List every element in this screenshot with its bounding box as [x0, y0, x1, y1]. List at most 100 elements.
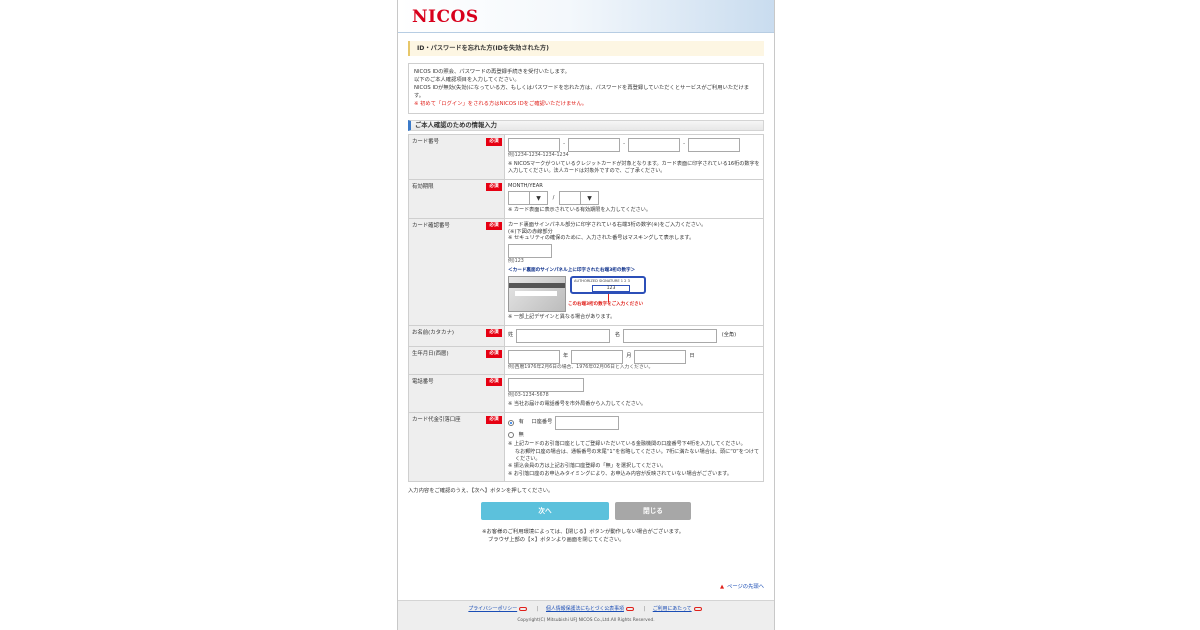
sei-label: 姓 — [508, 332, 514, 339]
mei-label: 名 — [614, 332, 621, 339]
security-code-masking-note: ※ セキュリティの確保のために、入力された番号はマスキングして表示します。 — [508, 235, 695, 242]
button-note-line: ※お客様のご利用環境によっては、【閉じる】ボタンが動作しない場合がございます。 — [482, 528, 685, 535]
last-name-input[interactable] — [516, 328, 611, 343]
expiry-year-select[interactable]: ▼ — [559, 191, 600, 206]
card-number-label: カード番号 — [412, 138, 439, 145]
birthdate-content: 年 月 日 例)西暦1976年2月6日の場合、1976年02月06日と入力ください。 — [505, 347, 763, 374]
required-badge: 必須 — [486, 415, 502, 424]
security-code-label: カード確認番号 — [412, 222, 450, 229]
account-yes-label: 有 — [518, 419, 524, 426]
birthdate-label-cell: 生年月日(西暦) 必須 — [409, 346, 505, 374]
birthdate-label: 生年月日(西暦) — [412, 350, 449, 357]
footer: プライバシーポリシー | 個人情報保護法にもとづく公表事項 | ご利用にあたって… — [398, 600, 774, 630]
card-number-example: 例)1234-1234-1234-1234 — [508, 152, 569, 158]
row-card-number: カード番号 必須 - - - 例)1234-1234-1234-1234 ※ NIC… — [409, 134, 763, 180]
row-name: お名前(カタカナ) 必須 姓 名 (全角) — [409, 325, 763, 347]
day-suffix: 日 — [689, 353, 695, 360]
figure-caption-bottom: この右端3桁の数字をご入力ください — [568, 302, 644, 308]
security-code-example: 例)123 — [508, 259, 524, 265]
button-note-line: ブラウザ上部の【×】ボタンより画面を閉じてください。 — [488, 537, 625, 544]
required-badge: 必須 — [486, 137, 502, 146]
card-number-separator: - — [563, 141, 565, 148]
required-badge: 必須 — [486, 349, 502, 358]
bank-account-label-cell: カード代金引落口座 必須 — [409, 412, 505, 481]
footer-divider: | — [536, 606, 539, 612]
phone-label: 電話番号 — [412, 378, 434, 385]
birthdate-example: 例)西暦1976年2月6日の場合、1976年02月06日と入力ください。 — [508, 364, 654, 370]
bank-account-note: ※ お引落口座のお申込みタイミングにより、お申込み内容が反映されていない場合がご… — [508, 470, 732, 477]
row-birthdate: 生年月日(西暦) 必須 年 月 日 例)西暦1976年2月6日の場合、1976年02… — [409, 346, 763, 375]
security-code-content: カード裏面サインパネル部分に印字されている右端3桁の数字(※)をご入力ください。… — [505, 219, 763, 325]
name-label-cell: お名前(カタカナ) 必須 — [409, 325, 505, 346]
bank-account-label: カード代金引落口座 — [412, 416, 461, 423]
card-number-input-1[interactable] — [508, 137, 560, 152]
name-content: 姓 名 (全角) — [505, 326, 763, 346]
copyright: Copyright(C) Mitsubishi UFJ NICOS Co.,Lt… — [517, 618, 655, 624]
card-number-input-3[interactable] — [628, 137, 680, 152]
personal-info-disclosure-link[interactable]: 個人情報保護法にもとづく公表事項 — [546, 606, 624, 612]
page: NICOS ID・パスワードを忘れた方(IDを失効された方) NICOS IDの… — [397, 0, 775, 630]
page-top-link[interactable]: ▲ ページの先頭へ — [720, 584, 764, 591]
page-title: ID・パスワードを忘れた方(IDを失効された方) — [408, 41, 764, 56]
page-top-label: ページの先頭へ — [727, 584, 764, 590]
row-expiry: 有効期限 必須 MONTH/YEAR ▼ / ▼ ※ カード表面に表示されている… — [409, 179, 763, 219]
privacy-policy-link[interactable]: プライバシーポリシー — [468, 606, 517, 612]
row-security-code: カード確認番号 必須 カード裏面サインパネル部分に印字されている右端3桁の数字(… — [409, 218, 763, 326]
button-note: ※お客様のご利用環境によっては、【閉じる】ボタンが動作しない場合がございます。 … — [482, 528, 774, 545]
required-badge: 必須 — [486, 377, 502, 386]
figure-caption-top: ＜カード裏面のサインパネル上に印字された右端3桁の数字＞ — [508, 268, 636, 274]
bank-account-note: ※ 振込会員の方は上記お引落口座登録の「無」を選択してください。 — [508, 463, 667, 470]
phone-label-cell: 電話番号 必須 — [409, 374, 505, 412]
phone-content: 例)03-1234-5678 ※ 当社お届けの電話番号を市外局番から入力してくだ… — [505, 375, 763, 412]
birth-day-input[interactable] — [634, 349, 687, 364]
phone-example: 例)03-1234-5678 — [508, 392, 549, 398]
security-code-label-cell: カード確認番号 必須 — [409, 218, 505, 325]
expiry-format: MONTH/YEAR — [508, 182, 543, 189]
footer-divider: | — [643, 606, 646, 612]
figure-code-box: 123 — [592, 285, 630, 293]
bank-account-note: なお郵貯口座の場合は、通帳番号の末尾“1”を省略してください。7桁に満たない場合… — [515, 448, 760, 462]
zenkaku-note: (全角) — [721, 332, 737, 339]
notice-line: NICOS IDの照会、パスワードの再登録手続きを受付いたします。 — [414, 69, 570, 75]
phone-input[interactable] — [508, 377, 584, 392]
account-yes-radio[interactable] — [508, 419, 514, 426]
card-number-separator: - — [623, 141, 625, 148]
birth-year-input[interactable] — [508, 349, 560, 364]
row-bank-account: カード代金引落口座 必須 有 口座番号 無 ※ 上記カードのお引落口座としてご登… — [409, 412, 763, 482]
figure-panel-text: AUTHORIZED SIGNATURE 1 2 3 — [574, 279, 630, 284]
expiry-month-select[interactable]: ▼ — [508, 191, 548, 206]
footer-links: プライバシーポリシー | 個人情報保護法にもとづく公表事項 | ご利用にあたって — [398, 606, 774, 612]
card-back-illustration: ＜カード裏面のサインパネル上に印字された右端3桁の数字＞ AUTHORIZED … — [508, 268, 653, 313]
card-number-input-2[interactable] — [568, 137, 620, 152]
button-row: 次へ 閉じる — [398, 501, 774, 520]
nicos-logo: NICOS — [412, 7, 479, 27]
expiry-label-cell: 有効期限 必須 — [409, 179, 505, 218]
birth-month-input[interactable] — [571, 349, 624, 364]
confirm-instruction: 入力内容をご確認のうえ、【次へ】ボタンを押してください。 — [408, 488, 554, 494]
expiry-note: ※ カード表面に表示されている有効期限を入力してください。 — [508, 207, 651, 214]
card-number-note: ※ NICOSマークがついているクレジットカードが対象となります。カード表面に印… — [508, 160, 760, 175]
required-badge: 必須 — [486, 182, 502, 191]
account-no-label: 無 — [518, 431, 524, 438]
account-number-input[interactable] — [555, 415, 620, 430]
notice-line: 以下のご本人確認項目を入力してください。 — [414, 76, 520, 83]
external-window-icon — [625, 606, 634, 611]
security-code-input[interactable] — [508, 244, 552, 259]
card-number-separator: - — [683, 141, 685, 148]
card-number-label-cell: カード番号 必須 — [409, 134, 505, 179]
form-table: カード番号 必須 - - - 例)1234-1234-1234-1234 ※ NIC… — [408, 133, 764, 482]
first-name-input[interactable] — [623, 328, 718, 343]
account-no-radio[interactable] — [508, 431, 514, 438]
section-heading: ご本人確認のための情報入力 — [408, 119, 764, 131]
next-button[interactable]: 次へ — [481, 501, 609, 520]
year-suffix: 年 — [563, 353, 569, 360]
month-suffix: 月 — [626, 353, 632, 360]
card-number-input-4[interactable] — [688, 137, 740, 152]
terms-of-use-link[interactable]: ご利用にあたって — [653, 606, 692, 612]
bank-account-note: ※ 上記カードのお引落口座としてご登録いただいている金融機関の口座番号下4桁を入… — [508, 441, 746, 448]
triangle-up-icon: ▲ — [719, 584, 725, 590]
signature-panel-zoom: AUTHORIZED SIGNATURE 1 2 3 123 — [570, 276, 646, 295]
card-number-content: - - - 例)1234-1234-1234-1234 ※ NICOSマークがついて… — [505, 135, 763, 179]
close-button[interactable]: 閉じる — [615, 501, 691, 520]
account-number-label: 口座番号 — [531, 419, 553, 426]
